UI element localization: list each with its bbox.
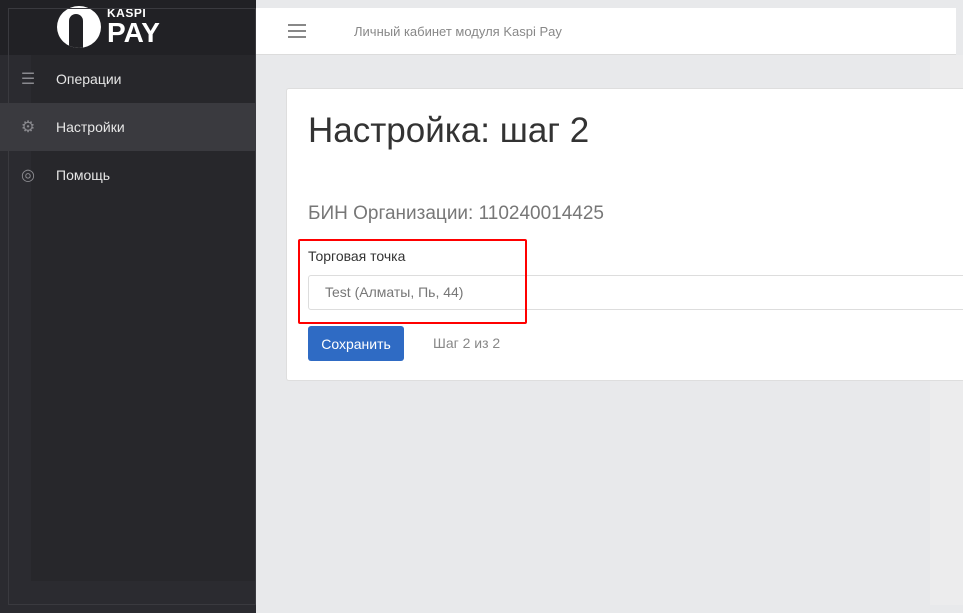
- menu-icon[interactable]: [288, 24, 306, 38]
- main-area: Личный кабинет модуля Kaspi Pay Настройк…: [256, 0, 963, 613]
- sidebar-item-operations[interactable]: ☰ Операции: [0, 55, 256, 103]
- logo-icon: [57, 6, 101, 48]
- highlight-box: [298, 239, 527, 324]
- sidebar-item-label: Настройки: [56, 119, 125, 135]
- sidebar-nav: ☰ Операции ⚙ Настройки ◎ Помощь: [0, 55, 256, 199]
- list-icon: ☰: [20, 71, 36, 88]
- step-indicator: Шаг 2 из 2: [433, 335, 501, 351]
- page-title: Настройка: шаг 2: [308, 111, 590, 150]
- top-bar: Личный кабинет модуля Kaspi Pay: [256, 8, 956, 55]
- sidebar-item-label: Помощь: [56, 167, 111, 183]
- logo-bottom-text: PAY: [107, 17, 160, 48]
- settings-card: Настройка: шаг 2 БИН Организации: 110240…: [286, 88, 963, 381]
- save-button[interactable]: Сохранить: [308, 326, 404, 361]
- sidebar: KASPI PAY ☰ Операции ⚙ Настройки ◎ Помощ…: [0, 0, 256, 613]
- bin-text: БИН Организации: 110240014425: [308, 203, 604, 224]
- lifebuoy-icon: ◎: [21, 167, 35, 184]
- header-title: Личный кабинет модуля Kaspi Pay: [354, 23, 562, 39]
- sidebar-item-help[interactable]: ◎ Помощь: [0, 151, 256, 199]
- kaspi-pay-logo[interactable]: KASPI PAY: [57, 6, 160, 48]
- sidebar-item-label: Операции: [56, 71, 122, 87]
- gear-icon: ⚙: [20, 119, 36, 136]
- sidebar-item-settings[interactable]: ⚙ Настройки: [0, 103, 256, 151]
